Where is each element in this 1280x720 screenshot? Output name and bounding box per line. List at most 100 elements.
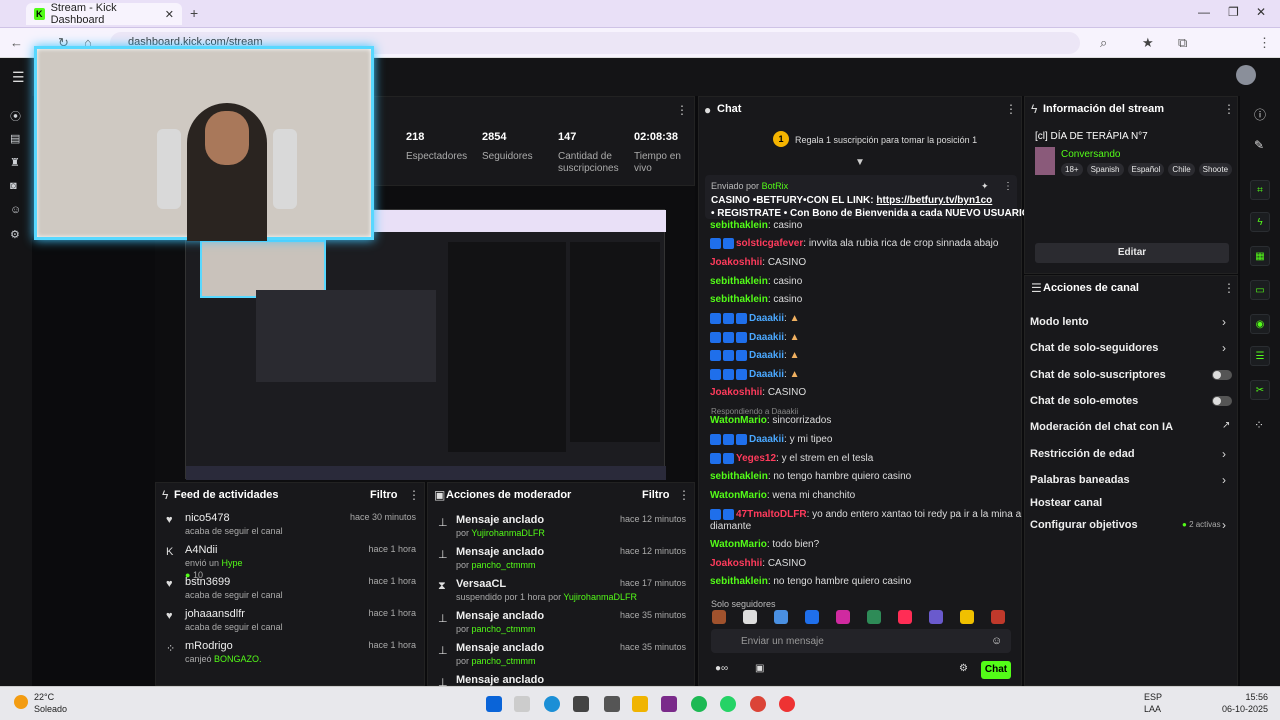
feed-item-name[interactable]: mRodrigo [185,640,233,652]
chat-username[interactable]: WatonMario [710,490,767,501]
input-lang[interactable]: ESP [1144,692,1162,702]
chat-message[interactable]: sebithaklein: casino [710,276,802,287]
chat-message[interactable]: Yeges12: y el strem en el tesla [710,453,873,464]
broadcast-icon[interactable]: ◉ [1250,314,1270,334]
chat-message[interactable]: WatonMario: sincorrizados [710,415,831,426]
camera-icon[interactable]: ◙ [10,180,17,192]
scan-icon[interactable]: ⌗ [1250,180,1270,200]
emote-icon[interactable] [743,610,757,624]
chat-message[interactable]: sebithaklein: no tengo hambre quiero cas… [710,576,911,587]
chat-username[interactable]: WatonMario [710,539,767,550]
browser-tab[interactable]: K Stream - Kick Dashboard ✕ [26,2,182,26]
new-tab-button[interactable]: + [190,5,198,21]
chat-username[interactable]: 47TmaltoDLFR [736,509,807,520]
emote-icon[interactable] [991,610,1005,624]
back-icon[interactable]: ← [10,35,23,50]
chat-menu-icon[interactable]: ⋮ [1005,102,1017,116]
close-window-button[interactable]: ✕ [1256,5,1266,19]
edit-button[interactable]: Editar [1035,243,1229,263]
chat-username[interactable]: WatonMario [710,415,767,426]
category-name[interactable]: Conversando [1061,149,1120,160]
pinned-menu-icon[interactable]: ⋮ [1003,181,1013,192]
menu-icon[interactable]: ⋮ [1258,35,1271,51]
channel-action-8[interactable]: Hostear canal [1030,497,1102,509]
chat-message[interactable]: sebithaklein: no tengo hambre quiero cas… [710,471,911,482]
chat-message[interactable]: Daaakii: ▲ [710,369,800,380]
channel-action-5[interactable]: Moderación del chat con IA [1030,421,1173,433]
stats-menu-icon[interactable]: ⋮ [676,103,688,117]
clock-time[interactable]: 15:56 [1222,692,1268,702]
toggle-switch[interactable] [1212,396,1232,406]
start-icon[interactable] [486,696,502,712]
send-chat-button[interactable]: Chat [981,661,1011,679]
chevron-right-icon[interactable]: › [1222,341,1226,355]
stream-icon[interactable]: ⦿ [10,108,21,124]
chat-username[interactable]: Daaakii [749,434,784,445]
chat-message[interactable]: Daaakii: ▲ [710,332,800,343]
spotify-icon[interactable] [691,696,707,712]
document-icon[interactable]: ▦ [1250,246,1270,266]
trophy-icon[interactable]: ♜ [10,156,20,169]
chat-message[interactable]: WatonMario: todo bien? [710,539,819,550]
chat-message[interactable]: 47TmaltoDLFR: yo ando entero xantao toi … [710,509,1048,520]
input-region[interactable]: LAA [1144,704,1161,714]
store-icon[interactable] [573,696,589,712]
chrome-icon[interactable] [750,696,766,712]
channel-action-6[interactable]: Restricción de edad [1030,448,1135,460]
channel-action-9[interactable]: Configurar objetivos [1030,519,1138,531]
info-icon[interactable]: ⓘ [1254,106,1266,123]
close-tab-icon[interactable]: ✕ [165,8,174,21]
chat-username[interactable]: sebithaklein [710,220,768,231]
collapse-icon[interactable]: ▼ [855,157,865,168]
toggle-switch[interactable] [1212,370,1232,380]
feed-filter-button[interactable]: Filtro [370,489,398,501]
clock-date[interactable]: 06-10-2025 [1212,704,1268,714]
chat-settings-icon[interactable]: ⚙ [959,663,968,674]
emote-icon[interactable] [774,610,788,624]
feed-item-name[interactable]: nico5478 [185,512,230,524]
search-icon[interactable] [514,696,530,712]
emote-icon[interactable] [960,610,974,624]
feed-item-name[interactable]: A4Ndii [185,544,217,556]
gift-banner[interactable]: Regala 1 suscripción para tomar la posic… [795,135,977,145]
chat-username[interactable]: sebithaklein [710,471,768,482]
chat-message[interactable]: WatonMario: wena mi chanchito [710,490,855,501]
points-icon[interactable]: ●∞ [715,663,728,674]
settings-icon[interactable]: ⚙ [10,228,20,241]
channel-action-3[interactable]: Chat de solo-suscriptores [1030,369,1166,381]
chat-username[interactable]: Daaakii [749,369,784,380]
gift-icon[interactable]: ▣ [755,663,764,674]
star-icon[interactable]: ★ [1142,35,1154,51]
emote-icon[interactable] [929,610,943,624]
obs-icon[interactable] [661,696,677,712]
whatsapp-icon[interactable] [720,696,736,712]
chat-username[interactable]: Joakoshhii [710,387,762,398]
chat-bubble-icon[interactable]: ▭ [1250,280,1270,300]
preview-video[interactable] [185,209,666,480]
channel-action-7[interactable]: Palabras baneadas [1030,474,1130,486]
pin-icon[interactable]: ✦ [981,181,989,192]
app-icon[interactable] [604,696,620,712]
chat-message[interactable]: Daaakii: ▲ [710,313,800,324]
chat-username[interactable]: sebithaklein [710,576,768,587]
chat-username[interactable]: Joakoshhii [710,257,762,268]
edge-icon[interactable] [544,696,560,712]
edit-icon[interactable]: ✎ [1254,138,1264,152]
minimize-button[interactable]: — [1198,5,1210,19]
folder-icon[interactable] [632,696,648,712]
tools-icon[interactable]: ✂ [1250,380,1270,400]
chat-message[interactable]: sebithaklein: casino [710,294,802,305]
info-menu-icon[interactable]: ⋮ [1223,102,1235,116]
hamburger-icon[interactable]: ☰ [12,69,25,86]
recorder-icon[interactable] [779,696,795,712]
avatar[interactable] [1236,65,1256,85]
emote-icon[interactable] [836,610,850,624]
feed-menu-icon[interactable]: ⋮ [408,488,420,502]
chat-username[interactable]: Daaakii [749,313,784,324]
feed-item-name[interactable]: johaaansdlfr [185,608,245,620]
chevron-right-icon[interactable]: › [1222,518,1226,532]
chat-message[interactable]: Joakoshhii: CASINO [710,387,806,398]
channel-action-4[interactable]: Chat de solo-emotes [1030,395,1138,407]
mod-filter-button[interactable]: Filtro [642,489,670,501]
chat-username[interactable]: Daaakii [749,332,784,343]
